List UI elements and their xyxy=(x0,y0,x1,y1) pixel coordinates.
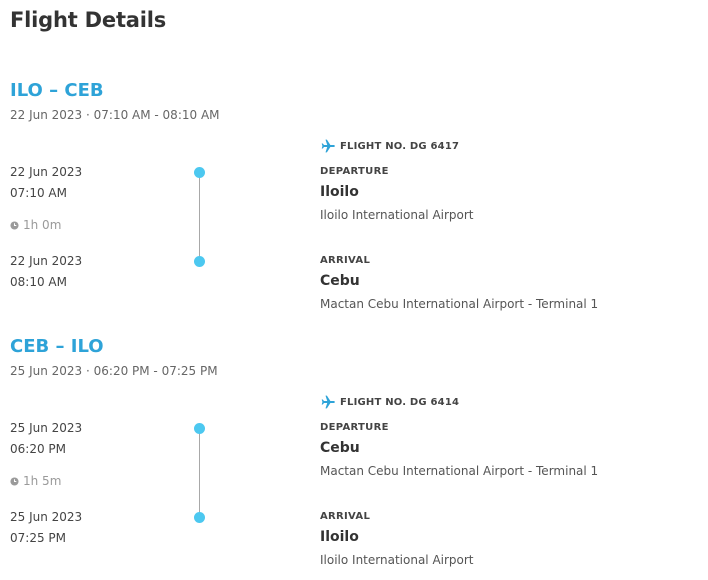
arrival-date: 25 Jun 2023 xyxy=(10,510,83,524)
arrival-date: 22 Jun 2023 xyxy=(10,254,83,268)
arrival-city: Iloilo xyxy=(320,529,359,545)
departure-city: Iloilo xyxy=(320,184,359,200)
route-title: ILO – CEB xyxy=(10,80,104,101)
arrival-airport: Mactan Cebu International Airport - Term… xyxy=(320,297,599,311)
route-schedule-summary: 22 Jun 2023 · 07:10 AM - 08:10 AM xyxy=(10,108,220,122)
departure-city: Cebu xyxy=(320,440,360,456)
route-title: CEB – ILO xyxy=(10,336,104,357)
departure-date: 25 Jun 2023 xyxy=(10,421,83,435)
airplane-icon xyxy=(321,395,335,409)
departure-label: DEPARTURE xyxy=(320,422,389,433)
timeline-line xyxy=(199,424,200,513)
flight-duration: 1h 5m xyxy=(10,474,61,488)
arrival-label: ARRIVAL xyxy=(320,511,371,522)
page-title: Flight Details xyxy=(10,8,167,32)
departure-airport: Mactan Cebu International Airport - Term… xyxy=(320,464,599,478)
arrival-label: ARRIVAL xyxy=(320,255,371,266)
flight-number-text: FLIGHT NO. DG 6417 xyxy=(340,140,460,152)
flight-number: FLIGHT NO. DG 6417 xyxy=(320,138,459,154)
arrival-city: Cebu xyxy=(320,273,360,289)
flight-segment-outbound: ILO – CEB 22 Jun 2023 · 07:10 AM - 08:10… xyxy=(0,80,708,320)
flight-number-text: FLIGHT NO. DG 6414 xyxy=(340,396,460,408)
departure-label: DEPARTURE xyxy=(320,166,389,177)
timeline-departure-dot xyxy=(194,167,205,178)
clock-icon xyxy=(10,220,19,230)
timeline-arrival-dot xyxy=(194,256,205,267)
arrival-time: 07:25 PM xyxy=(10,531,66,545)
flight-duration: 1h 0m xyxy=(10,218,61,232)
flight-duration-text: 1h 5m xyxy=(23,474,62,488)
departure-airport: Iloilo International Airport xyxy=(320,208,474,222)
departure-date: 22 Jun 2023 xyxy=(10,165,83,179)
departure-time: 07:10 AM xyxy=(10,186,67,200)
departure-time: 06:20 PM xyxy=(10,442,66,456)
arrival-airport: Iloilo International Airport xyxy=(320,553,474,567)
timeline-departure-dot xyxy=(194,423,205,434)
airplane-icon xyxy=(321,139,335,153)
flight-segment-return: CEB – ILO 25 Jun 2023 · 06:20 PM - 07:25… xyxy=(0,336,708,576)
timeline-arrival-dot xyxy=(194,512,205,523)
flight-number: FLIGHT NO. DG 6414 xyxy=(320,394,459,410)
timeline-line xyxy=(199,168,200,257)
clock-icon xyxy=(10,476,19,486)
arrival-time: 08:10 AM xyxy=(10,275,67,289)
flight-duration-text: 1h 0m xyxy=(23,218,62,232)
route-schedule-summary: 25 Jun 2023 · 06:20 PM - 07:25 PM xyxy=(10,364,218,378)
